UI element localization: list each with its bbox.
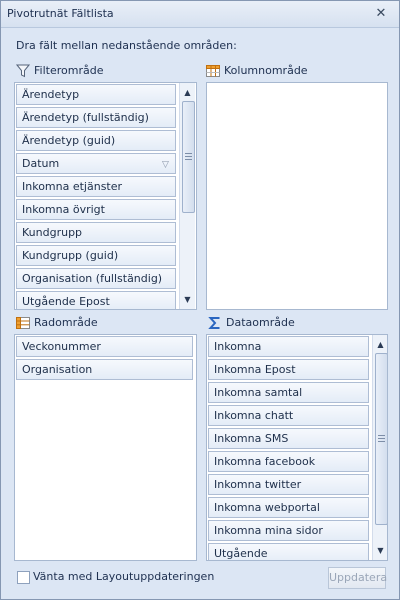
field-item[interactable]: Ärendetyp (guid): [16, 130, 176, 151]
update-button[interactable]: Uppdatera: [328, 567, 387, 589]
field-label: Veckonummer: [22, 340, 101, 353]
field-item[interactable]: Kundgrupp: [16, 222, 176, 243]
field-item[interactable]: Organisation: [16, 359, 193, 380]
field-label: Inkomna samtal: [214, 386, 303, 399]
close-icon[interactable]: ✕: [373, 6, 389, 22]
field-item[interactable]: Inkomna facebook: [208, 451, 369, 472]
field-item[interactable]: Inkomna Epost: [208, 359, 369, 380]
field-item[interactable]: Organisation (fullständig): [16, 268, 176, 289]
field-label: Inkomna facebook: [214, 455, 316, 468]
filter-area-list[interactable]: Ärendetyp Ärendetyp (fullständig) Ärendety…: [14, 82, 197, 310]
defer-layout-label: Vänta med Layoutuppdateringen: [33, 570, 215, 583]
row-area-label: Radområde: [16, 315, 196, 331]
defer-layout-checkbox[interactable]: [17, 571, 30, 584]
field-label: Inkomna etjänster: [22, 180, 123, 193]
field-label: Inkomna övrigt: [22, 203, 105, 216]
field-item[interactable]: Inkomna: [208, 336, 369, 357]
column-area-label: Kolumnområde: [206, 63, 386, 79]
field-item[interactable]: Utgående: [208, 543, 369, 560]
field-label: Ärendetyp (fullständig): [22, 111, 149, 124]
row-area-list[interactable]: Veckonummer Organisation: [14, 334, 197, 561]
scrollbar-thumb[interactable]: [182, 101, 195, 213]
field-item[interactable]: Utgående Epost: [16, 291, 176, 309]
pivot-field-list-window: Pivotrutnät Fältlista ✕ Dra fält mellan …: [0, 0, 400, 600]
scroll-up-arrow-icon[interactable]: ▲: [180, 85, 195, 100]
field-item[interactable]: Inkomna SMS: [208, 428, 369, 449]
filter-area-label: Filterområde: [16, 63, 196, 79]
data-scrollbar[interactable]: ▲ ▼: [372, 335, 387, 560]
filter-icon: [16, 64, 30, 78]
filter-scrollbar[interactable]: ▲ ▼: [179, 83, 195, 309]
field-label: Organisation (fullständig): [22, 272, 163, 285]
instruction-text: Dra fält mellan nedanstående områden:: [16, 39, 237, 52]
field-label: Inkomna twitter: [214, 478, 302, 491]
field-item[interactable]: Inkomna chatt: [208, 405, 369, 426]
field-label: Inkomna: [214, 340, 262, 353]
field-label: Kundgrupp (guid): [22, 249, 119, 262]
field-item[interactable]: Inkomna twitter: [208, 474, 369, 495]
field-label: Inkomna Epost: [214, 363, 296, 376]
field-label: Inkomna SMS: [214, 432, 289, 445]
scroll-up-arrow-icon[interactable]: ▲: [373, 337, 387, 352]
field-item[interactable]: Ärendetyp: [16, 84, 176, 105]
scroll-down-arrow-icon[interactable]: ▼: [180, 292, 195, 307]
data-area-label: Dataområde: [208, 315, 388, 331]
field-item[interactable]: Inkomna samtal: [208, 382, 369, 403]
field-item[interactable]: Inkomna webportal: [208, 497, 369, 518]
field-item[interactable]: Inkomna övrigt: [16, 199, 176, 220]
field-label: Datum: [22, 157, 60, 170]
field-label: Inkomna mina sidor: [214, 524, 323, 537]
scroll-down-arrow-icon[interactable]: ▼: [373, 543, 387, 558]
window-title: Pivotrutnät Fältlista: [7, 7, 114, 20]
field-label: Ärendetyp (guid): [22, 134, 116, 147]
field-item[interactable]: Inkomna etjänster: [16, 176, 176, 197]
field-label: Organisation: [22, 363, 93, 376]
field-label: Inkomna webportal: [214, 501, 320, 514]
field-label: Inkomna chatt: [214, 409, 294, 422]
field-label: Utgående: [214, 547, 268, 560]
field-item[interactable]: Inkomna mina sidor: [208, 520, 369, 541]
filter-applied-icon[interactable]: ▽: [162, 156, 172, 170]
row-grid-icon: [16, 317, 30, 329]
data-area-list[interactable]: Inkomna Inkomna Epost Inkomna samtal Inkomn…: [206, 334, 388, 561]
column-area-list[interactable]: [206, 82, 388, 310]
title-bar[interactable]: Pivotrutnät Fältlista ✕: [1, 1, 399, 28]
field-label: Utgående Epost: [22, 295, 110, 308]
scrollbar-thumb[interactable]: [375, 353, 387, 525]
field-item[interactable]: Veckonummer: [16, 336, 193, 357]
field-item[interactable]: Datum ▽: [16, 153, 176, 174]
field-item[interactable]: Kundgrupp (guid): [16, 245, 176, 266]
column-grid-icon: [206, 65, 220, 77]
field-label: Ärendetyp: [22, 88, 80, 101]
field-item[interactable]: Ärendetyp (fullständig): [16, 107, 176, 128]
field-label: Kundgrupp: [22, 226, 83, 239]
sigma-icon: [208, 317, 220, 329]
